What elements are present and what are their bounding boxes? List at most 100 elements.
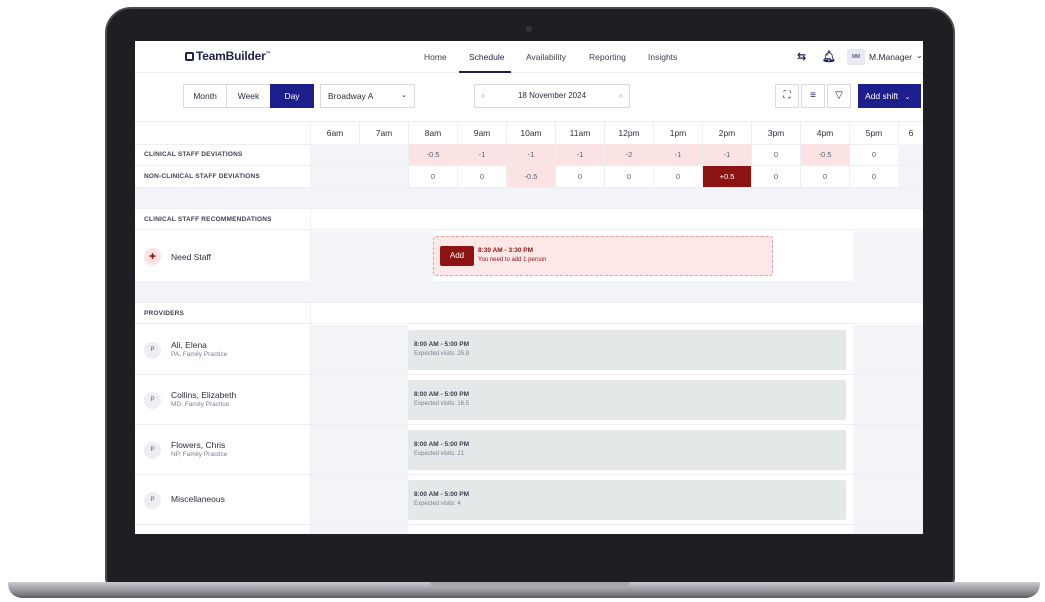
provider-row[interactable]: P Ali, Elena PA, Family Practice 8:00 AM… — [135, 325, 923, 375]
view-day-button[interactable]: Day — [270, 84, 314, 108]
location-select[interactable]: Broadway A ⌄ — [320, 84, 415, 108]
provider-row[interactable]: P Collins, Elizabeth MD, Family Practice… — [135, 375, 923, 425]
deviation-cell: -2 — [604, 144, 653, 165]
logo-trademark: ™ — [265, 51, 271, 57]
unstaffed-hours — [853, 231, 923, 281]
provider-role: NP, Family Practice — [171, 451, 228, 458]
notification-bell-icon[interactable]: 🔔︎ — [822, 50, 836, 63]
hour-label: 6am — [310, 122, 359, 144]
user-avatar[interactable]: MM — [847, 49, 865, 65]
provider-name: Miscellaneous — [171, 494, 225, 504]
need-staff-icon: ✚ — [144, 248, 161, 265]
view-month-button[interactable]: Month — [183, 84, 227, 108]
add-shift-label: Add shift — [865, 91, 899, 101]
deviation-cell: -0.5 — [506, 166, 555, 187]
hour-label: 6 — [898, 122, 923, 144]
nav-active-indicator — [459, 71, 511, 73]
deviation-cell: 0 — [849, 166, 898, 187]
chevron-down-icon[interactable]: ⌄ — [916, 51, 923, 60]
deviation-cell: -0.5 — [800, 144, 849, 165]
shift-visits: Expected visits: 16.5 — [414, 401, 470, 407]
prev-date-icon[interactable]: « — [481, 85, 485, 107]
chevron-down-icon: ⌄ — [904, 94, 911, 101]
sync-icon[interactable]: ⇆ — [797, 50, 806, 63]
nav-home[interactable]: Home — [424, 52, 447, 62]
clinical-deviations-row: CLINICAL STAFF DEVIATIONS -0.5 -1 -1 -1 … — [135, 144, 923, 166]
expand-icon[interactable]: ⛶ — [775, 84, 799, 108]
unstaffed-hours — [898, 166, 923, 187]
provider-badge: P — [144, 492, 161, 509]
nav-availability[interactable]: Availability — [526, 52, 566, 62]
nav-reporting[interactable]: Reporting — [589, 52, 626, 62]
shift-visits: Expected visits: 25.8 — [414, 351, 470, 357]
nav-insights[interactable]: Insights — [648, 52, 677, 62]
unstaffed-hours — [311, 231, 433, 281]
list-view-icon[interactable]: ≡ — [801, 84, 825, 108]
section-spacer — [135, 188, 923, 208]
recommendations-header: CLINICAL STAFF RECOMMENDATIONS — [135, 208, 923, 230]
hour-label: 4pm — [800, 122, 849, 144]
recommendation-card[interactable]: Add 8:30 AM - 3:30 PM You need to add 1 … — [433, 236, 773, 276]
deviation-cell: +0.5 — [702, 166, 751, 187]
providers-header: PROVIDERS — [135, 302, 923, 324]
hour-label: 8am — [408, 122, 457, 144]
recommendation-time: 8:30 AM - 3:30 PM — [478, 247, 534, 254]
hour-label: 3pm — [751, 122, 800, 144]
logo-text: TeamBuilder — [196, 49, 266, 63]
deviation-cell: 0 — [800, 166, 849, 187]
provider-name: Collins, Elizabeth — [171, 390, 237, 400]
deviation-cell: 0 — [653, 166, 702, 187]
provider-row[interactable]: P Miscellaneous 8:00 AM - 5:00 PM Expect… — [135, 475, 923, 525]
shift-card[interactable]: 8:00 AM - 5:00 PM Expected visits: 16.5 — [408, 380, 846, 420]
add-shift-button[interactable]: Add shift ⌄ — [858, 84, 921, 108]
teambuilder-logo[interactable]: TeamBuilder™ — [185, 49, 271, 63]
need-staff-label: Need Staff — [171, 252, 212, 262]
shift-time: 8:00 AM - 5:00 PM — [414, 441, 470, 448]
top-navigation: TeamBuilder™ Home Schedule Availability … — [135, 41, 923, 73]
current-date: 18 November 2024 — [517, 91, 587, 100]
deviation-cell: -1 — [653, 144, 702, 165]
location-value: Broadway A — [328, 91, 374, 101]
hour-label: 7am — [359, 122, 408, 144]
hour-header-row: 6am 7am 8am 9am 10am 11am 12pm 1pm 2pm 3… — [135, 121, 923, 145]
user-name[interactable]: M.Manager — [869, 52, 912, 62]
next-date-icon[interactable]: » — [619, 85, 623, 107]
unstaffed-hours — [898, 144, 923, 165]
providers-label: PROVIDERS — [144, 310, 185, 317]
deviation-cell: 0 — [457, 166, 506, 187]
shift-time: 8:00 AM - 5:00 PM — [414, 491, 470, 498]
hour-label: 11am — [555, 122, 604, 144]
nav-schedule[interactable]: Schedule — [469, 52, 504, 62]
nonclinical-deviations-label: NON-CLINICAL STAFF DEVIATIONS — [144, 173, 260, 180]
view-week-button[interactable]: Week — [226, 84, 271, 108]
chevron-down-icon: ⌄ — [401, 92, 407, 99]
recommendation-message: You need to add 1 person — [478, 257, 547, 263]
add-staff-button[interactable]: Add — [440, 246, 474, 266]
provider-role: PA, Family Practice — [171, 351, 228, 358]
logo-icon — [185, 52, 194, 61]
provider-badge: P — [144, 392, 161, 409]
shift-card[interactable]: 8:00 AM - 5:00 PM Expected visits: 21 — [408, 430, 846, 470]
clinical-deviations-label: CLINICAL STAFF DEVIATIONS — [144, 151, 243, 158]
shift-card[interactable]: 8:00 AM - 5:00 PM Expected visits: 25.8 — [408, 330, 846, 370]
camera — [526, 26, 532, 32]
filter-icon[interactable]: ▽ — [827, 84, 851, 108]
deviation-cell: 0 — [751, 144, 800, 165]
hour-label: 5pm — [849, 122, 898, 144]
shift-card[interactable]: 8:00 AM - 5:00 PM Expected visits: 4 — [408, 480, 846, 520]
date-picker[interactable]: « 18 November 2024 » — [474, 84, 630, 108]
hour-label: 1pm — [653, 122, 702, 144]
provider-name: Flowers, Chris — [171, 440, 226, 450]
deviation-cell: 0 — [604, 166, 653, 187]
provider-role: MD, Family Practice — [171, 401, 230, 408]
hour-label: 9am — [457, 122, 506, 144]
shift-time: 8:00 AM - 5:00 PM — [414, 391, 470, 398]
laptop-notch — [430, 582, 630, 588]
deviation-cell: -0.5 — [408, 144, 457, 165]
app-screen: TeamBuilder™ Home Schedule Availability … — [135, 41, 923, 534]
deviation-cell: -1 — [702, 144, 751, 165]
laptop-bezel — [135, 534, 923, 558]
unstaffed-hours — [310, 144, 408, 165]
provider-badge: P — [144, 342, 161, 359]
provider-row[interactable]: P Flowers, Chris NP, Family Practice 8:0… — [135, 425, 923, 475]
